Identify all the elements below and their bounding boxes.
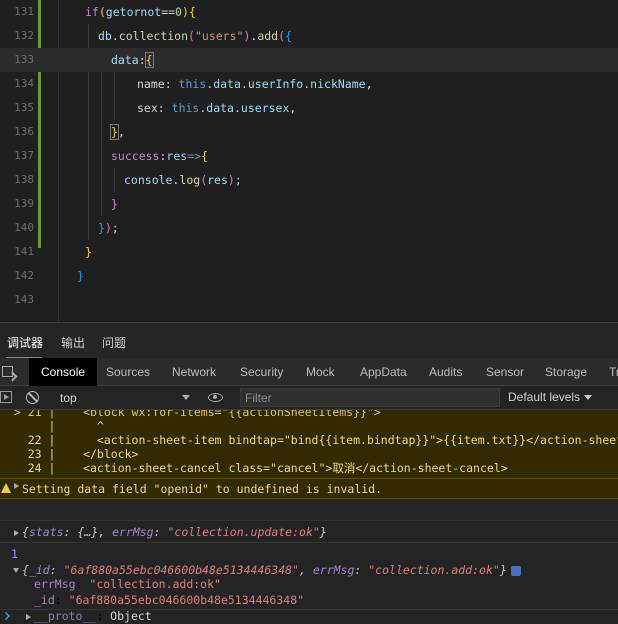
warning-icon [1, 483, 11, 493]
line-number: 143 [14, 293, 34, 306]
inspect-element-icon[interactable] [2, 366, 13, 377]
line-number: 136 [14, 125, 34, 138]
line-number: 140 [14, 221, 34, 234]
panel-tabbar: Console Sources Network Security Mock Ap… [0, 358, 618, 386]
line-number: 137 [14, 149, 34, 162]
code-text: }, [110, 124, 125, 140]
object-property: errMsg: "collection.add:ok" [34, 577, 221, 591]
object-prototype[interactable]: __proto__: Object [0, 592, 618, 623]
devtools-tabbar: 调试器 输出 问题 [0, 322, 618, 359]
tab-output[interactable]: 输出 [61, 334, 85, 351]
expand-caret-icon[interactable] [14, 483, 19, 489]
code-line[interactable]: 137 success:res=>{ [0, 144, 618, 168]
code-text: name: this.data.userInfo.nickName, [137, 77, 373, 91]
tab-storage[interactable]: Storage [545, 358, 587, 386]
line-number: 142 [14, 269, 34, 282]
log-levels-dropdown[interactable]: Default levels [508, 390, 593, 404]
code-line[interactable]: 138 console.log(res); [0, 168, 618, 192]
code-line[interactable]: 132 db.collection("users").add({ [0, 24, 618, 48]
code-text: db.collection("users").add({ [98, 29, 292, 43]
tab-sources[interactable]: Sources [106, 358, 150, 386]
tab-sensor[interactable]: Sensor [486, 358, 524, 386]
code-line[interactable]: 141 } [0, 240, 618, 264]
code-text: data:{ [111, 52, 154, 68]
context-selector[interactable]: top [54, 388, 198, 408]
code-line[interactable]: 143 [0, 288, 618, 312]
code-text: success:res=>{ [111, 149, 208, 163]
code-text: sex: this.data.usersex, [137, 101, 297, 115]
error-line: 24 | <action-sheet-cancel class="cancel"… [0, 461, 508, 475]
tab-network[interactable]: Network [172, 358, 216, 386]
code-line[interactable]: 142 } [0, 264, 618, 288]
console-output[interactable]: > 21 | <block wx:for-items="{{actionShee… [0, 410, 618, 624]
clear-console-icon[interactable] [26, 391, 39, 404]
line-number: 139 [14, 197, 34, 210]
code-text: if(getornot==0){ [85, 5, 196, 19]
line-number: 141 [14, 245, 34, 258]
eye-icon[interactable] [208, 393, 223, 402]
code-line-active[interactable]: 133 data:{ [0, 48, 618, 72]
line-number: 138 [14, 173, 34, 186]
tab-appdata[interactable]: AppData [360, 358, 407, 386]
tab-console[interactable]: Console [29, 358, 98, 386]
expand-caret-icon[interactable] [26, 613, 31, 620]
show-drawer-icon[interactable] [0, 391, 12, 403]
object-property: _id: "6af880a55ebc046600b48e5134446348" [34, 593, 305, 607]
tab-security[interactable]: Security [240, 358, 283, 386]
code-text: console.log(res); [124, 173, 242, 187]
error-line: | ^ [0, 419, 104, 433]
tab-mock[interactable]: Mock [306, 358, 335, 386]
tab-problems[interactable]: 问题 [102, 334, 126, 351]
code-line[interactable]: 131 if(getornot==0){ [0, 0, 618, 24]
log-entry[interactable]: {stats: {…}, errMsg: "collection.update:… [0, 499, 618, 539]
log-entry[interactable]: 1 [0, 521, 618, 561]
code-text: } [85, 245, 92, 259]
log-levels-label: Default levels [508, 390, 581, 404]
warning-message[interactable]: Setting data field "openid" to undefined… [0, 478, 618, 499]
line-number: 133 [14, 53, 34, 66]
tab-debugger[interactable]: 调试器 [7, 334, 43, 351]
console-toolbar: top Default levels [0, 386, 618, 410]
line-number: 134 [14, 77, 34, 90]
filter-input[interactable] [240, 388, 500, 407]
code-text: } [77, 269, 84, 283]
error-line: 22 | <action-sheet-item bindtap="bind{{i… [0, 433, 618, 447]
code-line[interactable]: 135 sex: this.data.usersex, [0, 96, 618, 120]
tab-overflow[interactable]: Tr [609, 358, 618, 386]
code-line[interactable]: 140 }); [0, 216, 618, 240]
chevron-down-icon [182, 395, 190, 400]
code-line[interactable]: 139 } [0, 192, 618, 216]
line-number: 135 [14, 101, 34, 114]
warning-text: Setting data field "openid" to undefined… [22, 482, 383, 496]
tab-audits[interactable]: Audits [429, 358, 462, 386]
code-text: } [111, 197, 118, 211]
log-entry-expanded[interactable]: {_id: "6af880a55ebc046600b48e5134446348"… [0, 543, 618, 577]
code-line[interactable]: 136 }, [0, 120, 618, 144]
error-line: > 21 | <block wx:for-items="{{actionShee… [0, 410, 381, 419]
chevron-down-icon [584, 395, 593, 401]
code-editor[interactable]: 131 if(getornot==0){ 132 db.collection("… [0, 0, 618, 322]
error-code-frame: > 21 | <block wx:for-items="{{actionShee… [0, 410, 618, 478]
error-line: 23 | </block> [0, 447, 139, 461]
line-number: 132 [14, 29, 34, 42]
code-text: }); [98, 221, 119, 235]
line-number: 131 [14, 5, 34, 18]
code-line[interactable]: 134 name: this.data.userInfo.nickName, [0, 72, 618, 96]
